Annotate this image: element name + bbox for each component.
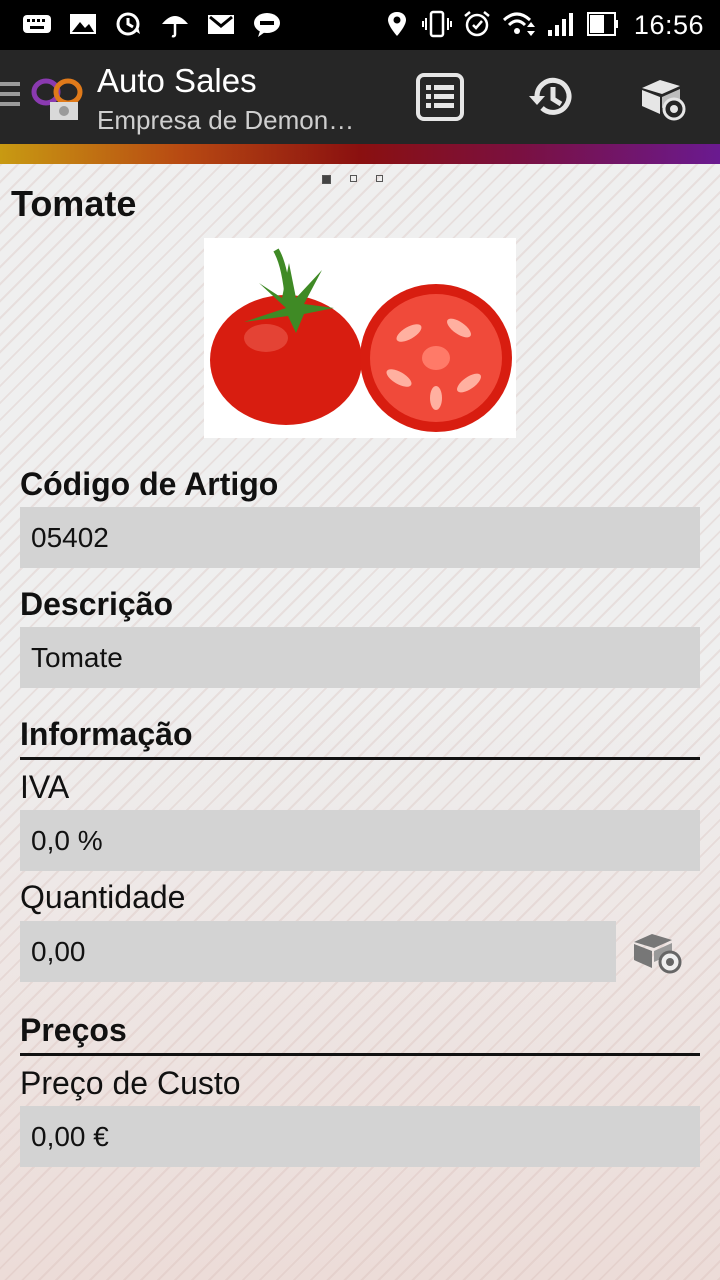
- gmail-icon: [208, 15, 234, 34]
- history-icon: [529, 77, 572, 115]
- page-dot-3[interactable]: [376, 175, 383, 182]
- page-dot-2[interactable]: [350, 175, 357, 182]
- list-icon: [416, 73, 464, 121]
- signal-icon: [548, 13, 573, 36]
- cost-price-field[interactable]: 0,00 €: [20, 1106, 700, 1167]
- alarm-icon: [464, 11, 490, 37]
- chat-icon: [254, 13, 280, 37]
- vat-field[interactable]: 0,0 %: [20, 810, 700, 871]
- notification-icons: [22, 10, 282, 38]
- page-dot-1[interactable]: [322, 175, 331, 184]
- stock-check-icon[interactable]: [630, 928, 686, 976]
- sync-icon: [116, 12, 140, 36]
- quantity-label: Quantidade: [20, 879, 186, 915]
- system-icons: [382, 10, 620, 38]
- code-label: Código de Artigo: [20, 466, 279, 502]
- stock-button[interactable]: [636, 70, 690, 124]
- code-field[interactable]: 05402: [20, 507, 700, 568]
- prices-section-divider: [20, 1053, 700, 1056]
- description-label: Descrição: [20, 586, 173, 622]
- stock-icon: [642, 80, 686, 121]
- location-icon: [388, 12, 406, 36]
- vat-label: IVA: [20, 769, 70, 805]
- umbrella-icon: [162, 16, 188, 38]
- history-button[interactable]: [525, 70, 579, 124]
- app-logo: [31, 78, 83, 120]
- tomato-image: [204, 238, 516, 438]
- info-section-divider: [20, 757, 700, 760]
- image-icon: [70, 14, 96, 34]
- list-button[interactable]: [413, 70, 467, 124]
- drawer-toggle-icon[interactable]: [0, 82, 20, 110]
- page-indicator: [322, 175, 383, 184]
- clock: 16:56: [633, 10, 704, 40]
- wifi-icon: [502, 12, 535, 36]
- status-bar: 16:56: [0, 0, 720, 50]
- accent-strip: [0, 144, 720, 164]
- app-title: Auto Sales: [97, 62, 257, 99]
- cost-price-label: Preço de Custo: [20, 1065, 241, 1101]
- battery-icon: [587, 12, 618, 36]
- keyboard-icon: [23, 15, 51, 33]
- quantity-field[interactable]: 0,00: [20, 921, 616, 982]
- info-section-title: Informação: [20, 716, 193, 752]
- app-bar: Auto Sales Empresa de Demonstração: [0, 50, 720, 144]
- item-title: Tomate: [11, 183, 137, 224]
- description-field[interactable]: Tomate: [20, 627, 700, 688]
- prices-section-title: Preços: [20, 1012, 127, 1048]
- company-name: Empresa de Demonstração: [97, 105, 365, 135]
- vibrate-icon: [422, 10, 452, 38]
